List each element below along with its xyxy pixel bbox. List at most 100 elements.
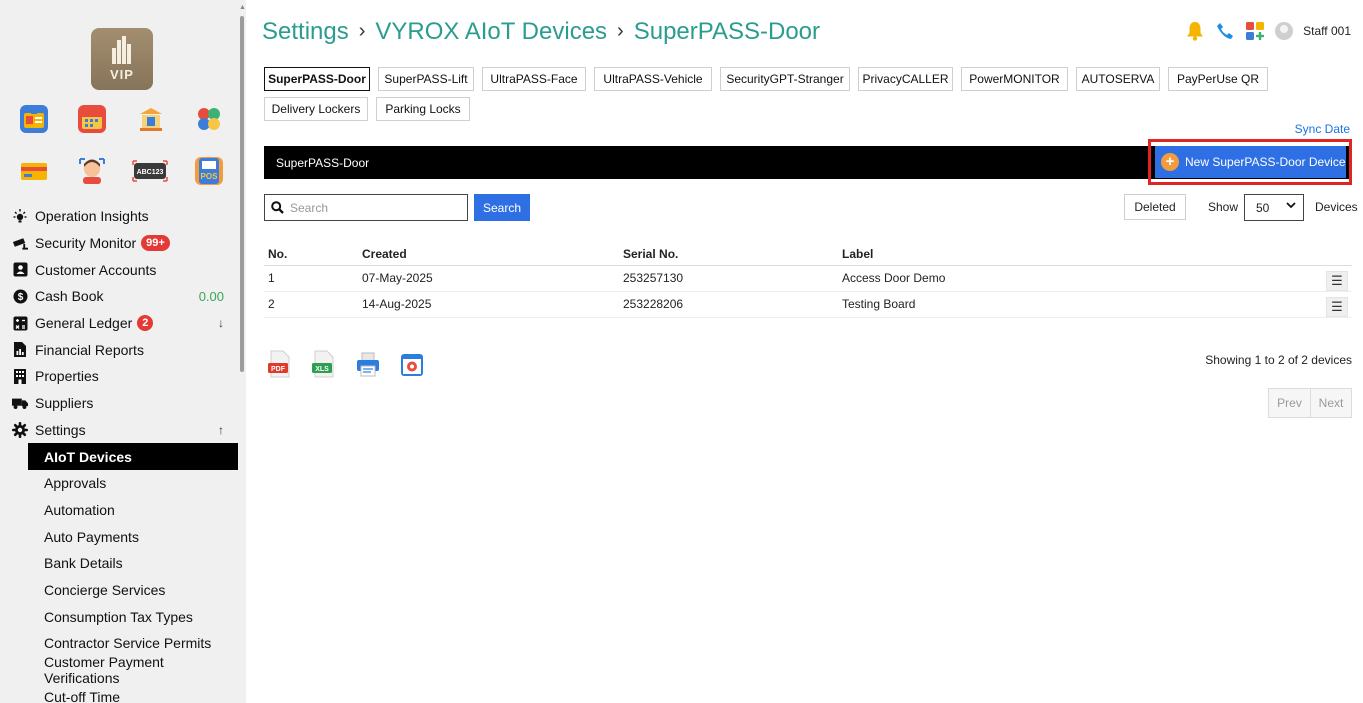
prev-page-button[interactable]: Prev bbox=[1269, 389, 1310, 417]
new-device-label: New SuperPASS-Door Device bbox=[1185, 155, 1346, 169]
col-no[interactable]: No. bbox=[268, 247, 287, 261]
table-row[interactable]: 2 14-Aug-2025 253228206 Testing Board ☰ bbox=[264, 292, 1352, 318]
sidebar-subitem-concierge-services[interactable]: Concierge Services bbox=[28, 577, 238, 604]
wallet-icon[interactable] bbox=[20, 157, 48, 185]
col-serial[interactable]: Serial No. bbox=[623, 247, 678, 261]
tab-ultrapass-face[interactable]: UltraPASS-Face bbox=[482, 67, 586, 91]
pdf-icon[interactable]: PDF bbox=[268, 350, 292, 378]
search-button[interactable]: Search bbox=[474, 194, 530, 221]
tab-delivery-lockers[interactable]: Delivery Lockers bbox=[264, 97, 368, 121]
bell-icon[interactable] bbox=[1185, 21, 1205, 41]
sidebar-item-financial-reports[interactable]: Financial Reports bbox=[0, 336, 238, 363]
gear-icon bbox=[12, 421, 28, 438]
logo-label: VIP bbox=[110, 67, 134, 82]
user-name[interactable]: Staff 001 bbox=[1303, 24, 1351, 38]
pdf-icon-text: PDF bbox=[271, 366, 286, 373]
plate-recognition-icon[interactable]: ABC123 bbox=[132, 157, 168, 185]
contact-card-icon bbox=[12, 262, 28, 278]
tab-privacycaller[interactable]: PrivacyCALLER bbox=[858, 67, 953, 91]
cell-no: 1 bbox=[268, 271, 275, 285]
sidebar-item-customer-accounts[interactable]: Customer Accounts bbox=[0, 256, 238, 283]
table-header: No. Created Serial No. Label bbox=[264, 242, 1352, 266]
pos-icon[interactable]: POS bbox=[195, 157, 223, 185]
devices-label: Devices bbox=[1315, 200, 1358, 214]
tab-payperuse-qr[interactable]: PayPerUse QR bbox=[1168, 67, 1268, 91]
col-created[interactable]: Created bbox=[362, 247, 407, 261]
scroll-up-arrow-icon[interactable]: ▲ bbox=[239, 4, 246, 12]
id-card-icon[interactable] bbox=[20, 105, 48, 133]
show-label: Show bbox=[1208, 200, 1239, 214]
sidebar-subitem-automation[interactable]: Automation bbox=[28, 497, 238, 524]
sidebar-subitem-consumption-tax-types[interactable]: Consumption Tax Types bbox=[28, 603, 238, 630]
tab-ultrapass-vehicle[interactable]: UltraPASS-Vehicle bbox=[594, 67, 712, 91]
sidebar-item-label: Financial Reports bbox=[35, 341, 144, 358]
sidebar-subitem-cut-off-time[interactable]: Cut-off Time bbox=[28, 683, 238, 703]
sidebar-item-label: General Ledger bbox=[35, 315, 133, 332]
report-icon bbox=[12, 342, 28, 358]
search-field[interactable] bbox=[264, 194, 468, 221]
tab-autoserva[interactable]: AUTOSERVA bbox=[1076, 67, 1160, 91]
row-menu-icon[interactable]: ☰ bbox=[1326, 271, 1348, 291]
cell-serial: 253228206 bbox=[623, 297, 684, 311]
tab-securitygpt-stranger[interactable]: SecurityGPT-Stranger bbox=[720, 67, 850, 91]
sidebar: ▲ VIP ABC123 POS Operation Insights Secu… bbox=[0, 0, 246, 703]
chevron-down-icon bbox=[1286, 200, 1296, 212]
sidebar-subitem-auto-payments[interactable]: Auto Payments bbox=[28, 523, 238, 550]
vip-logo[interactable]: VIP bbox=[91, 28, 153, 90]
sync-date-link[interactable]: Sync Date bbox=[1295, 122, 1350, 136]
calendar-icon[interactable] bbox=[78, 105, 106, 133]
avatar[interactable] bbox=[1275, 22, 1294, 40]
sidebar-item-settings[interactable]: Settings ↑ bbox=[0, 417, 238, 444]
sidebar-subitem-customer-payment-verifications[interactable]: Customer Payment Verifications bbox=[28, 654, 238, 686]
app-grid-icon[interactable] bbox=[1245, 21, 1265, 41]
sidebar-subitem-approvals[interactable]: Approvals bbox=[28, 470, 238, 497]
search-input[interactable] bbox=[290, 200, 460, 215]
sidebar-item-security-monitor[interactable]: Security Monitor 99+ bbox=[0, 230, 238, 257]
phone-icon[interactable] bbox=[1215, 21, 1235, 41]
sidebar-item-properties[interactable]: Properties bbox=[0, 363, 238, 390]
main-content: Settings › VYROX AIoT Devices › SuperPASS-Do… bbox=[262, 0, 1358, 703]
tab-superpass-lift[interactable]: SuperPASS-Lift bbox=[378, 67, 474, 91]
page-size-value: 50 bbox=[1256, 200, 1270, 215]
scrollbar-thumb[interactable] bbox=[240, 16, 244, 372]
sidebar-item-operation-insights[interactable]: Operation Insights bbox=[0, 203, 238, 230]
tab-powermonitor[interactable]: PowerMONITOR bbox=[961, 67, 1068, 91]
sidebar-item-general-ledger[interactable]: General Ledger 2 ↓ bbox=[0, 310, 238, 337]
cell-serial: 253257130 bbox=[623, 271, 684, 285]
sidebar-item-label: Cash Book bbox=[35, 288, 104, 305]
plate-icon-text: ABC123 bbox=[137, 169, 164, 176]
puzzle-icon[interactable] bbox=[195, 105, 223, 133]
pagination: Prev Next bbox=[1268, 388, 1352, 418]
col-label[interactable]: Label bbox=[842, 247, 873, 261]
print-icon[interactable] bbox=[356, 350, 380, 378]
next-page-button[interactable]: Next bbox=[1310, 389, 1351, 417]
breadcrumb-settings[interactable]: Settings bbox=[262, 18, 349, 45]
sidebar-subitem-aiot-devices[interactable]: AIoT Devices bbox=[28, 443, 238, 470]
arrow-up-icon[interactable]: ↑ bbox=[218, 423, 224, 437]
deleted-button[interactable]: Deleted bbox=[1124, 194, 1186, 220]
row-menu-icon[interactable]: ☰ bbox=[1326, 297, 1348, 317]
new-device-button[interactable]: + New SuperPASS-Door Device bbox=[1155, 146, 1346, 178]
sidebar-item-suppliers[interactable]: Suppliers bbox=[0, 390, 238, 417]
breadcrumb-aiot-devices[interactable]: VYROX AIoT Devices bbox=[375, 18, 607, 45]
building-small-icon bbox=[12, 368, 28, 384]
breadcrumb: Settings › VYROX AIoT Devices › SuperPASS-Do… bbox=[262, 18, 820, 46]
table-row[interactable]: 1 07-May-2025 253257130 Access Door Demo… bbox=[264, 266, 1352, 292]
svg-text:$: $ bbox=[17, 292, 23, 303]
xls-icon[interactable]: XLS bbox=[312, 350, 336, 378]
dollar-circle-icon: $ bbox=[12, 288, 28, 304]
arrow-down-icon[interactable]: ↓ bbox=[218, 316, 224, 330]
sidebar-item-cash-book[interactable]: $ Cash Book 0.00 bbox=[0, 283, 238, 310]
page-size-select[interactable]: 50 bbox=[1244, 194, 1304, 221]
sidebar-subitem-contractor-service-permits[interactable]: Contractor Service Permits bbox=[28, 630, 238, 657]
tab-superpass-door[interactable]: SuperPASS-Door bbox=[264, 67, 370, 91]
settings-export-icon[interactable] bbox=[400, 350, 424, 378]
tab-parking-locks[interactable]: Parking Locks bbox=[376, 97, 470, 121]
sidebar-subitem-bank-details[interactable]: Bank Details bbox=[28, 550, 238, 577]
sidebar-scrollbar[interactable]: ▲ bbox=[239, 4, 246, 372]
pagination-summary: Showing 1 to 2 of 2 devices bbox=[1205, 353, 1352, 367]
building-logo-icon bbox=[110, 36, 134, 64]
person-face-icon[interactable] bbox=[78, 157, 106, 185]
section-title: SuperPASS-Door bbox=[276, 155, 370, 170]
building-icon[interactable] bbox=[137, 105, 165, 133]
